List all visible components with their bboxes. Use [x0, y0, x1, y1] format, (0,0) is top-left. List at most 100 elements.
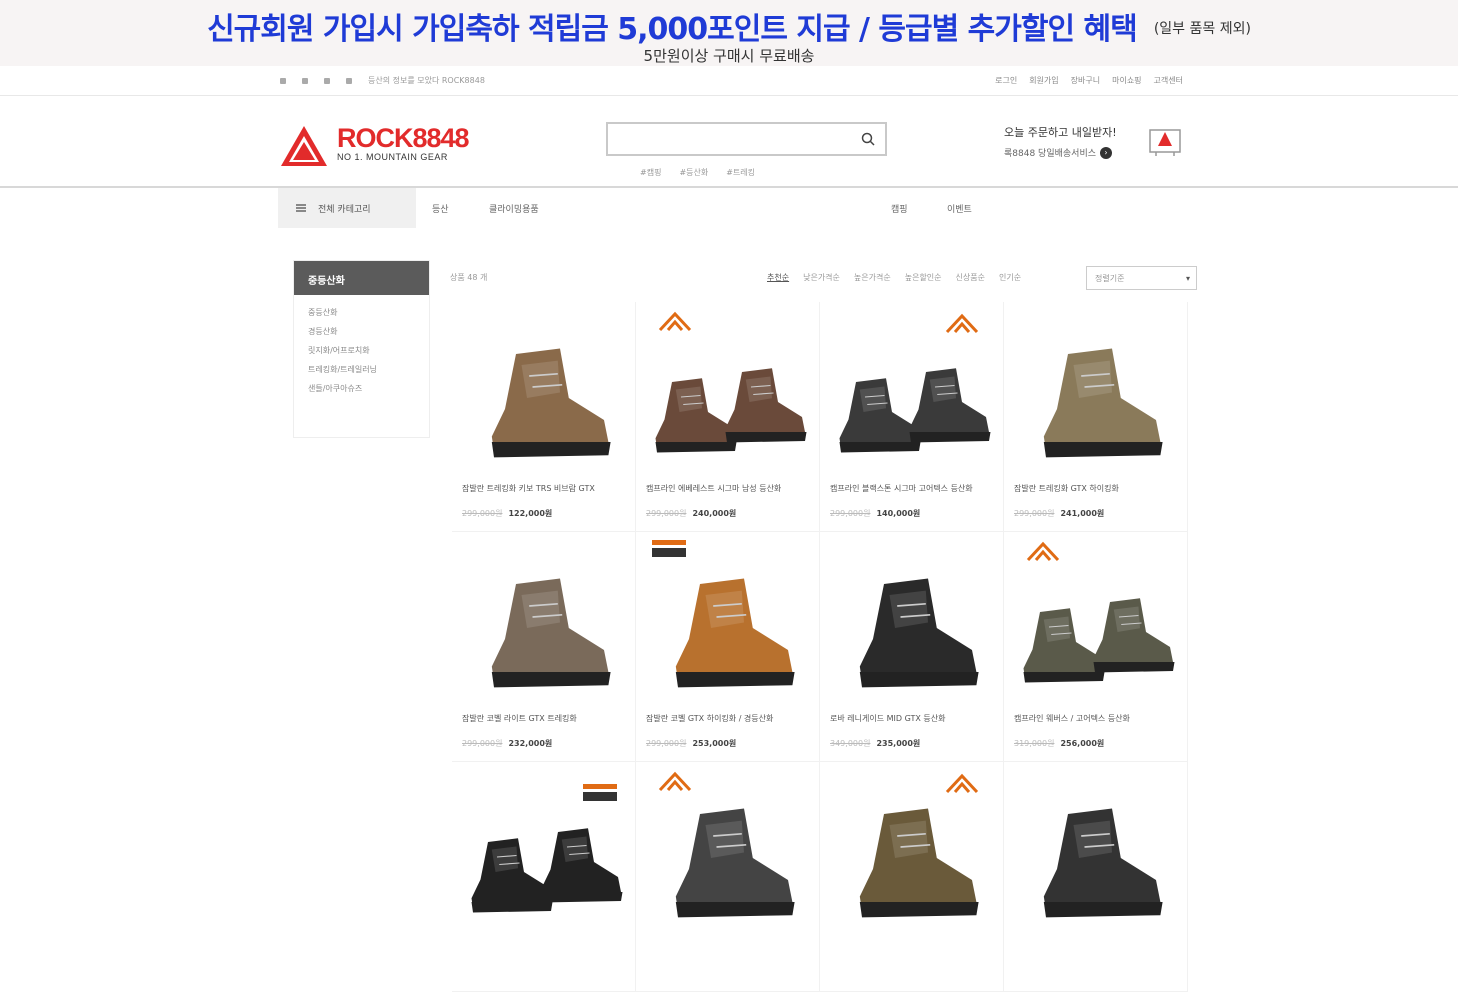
product-image[interactable] [642, 542, 814, 702]
product-name[interactable]: 잠발란 트레킹화 GTX 하이킹화 [1014, 483, 1178, 494]
sale-price: 140,000원 [876, 509, 921, 518]
same-day-shipping[interactable]: 오늘 주문하고 내일받자! 록8848 당일배송서비스 › [1004, 124, 1117, 159]
original-price: 299,000원 [462, 509, 503, 518]
sale-price: 253,000원 [692, 739, 737, 748]
search-input[interactable] [608, 124, 848, 154]
product-grid: 잠발란 트레킹화 키보 TRS 비브람 GTX 299,000원 122,000원 캠… [452, 302, 1188, 992]
util-tagline: 등산의 정보를 모았다 ROCK8848 [368, 76, 485, 85]
bookmark-icon[interactable] [302, 77, 308, 84]
product-card[interactable]: 캠프라인 웨버스 / 고어텍스 등산화 319,000원 256,000원 [1004, 532, 1188, 762]
search-keywords: #캠핑 #등산화 #트레킹 [640, 167, 755, 178]
product-price: 299,000원 232,000원 [462, 738, 552, 749]
banner-main: 신규회원 가입시 가입축하 적립금 5,000포인트 지급 / 등급별 추가할인… [0, 4, 1458, 48]
nav-item-hiking[interactable]: 등산 [432, 202, 449, 215]
sale-price: 240,000원 [692, 509, 737, 518]
sidebar-title: 중등산화 [294, 261, 429, 295]
search-icon[interactable] [861, 132, 875, 146]
product-card[interactable]: 로바 레니게이드 MID GTX 등산화 349,000원 235,000원 [820, 532, 1004, 762]
bell-icon[interactable] [346, 77, 352, 84]
product-card[interactable]: 잠발란 다크 등산화 [1004, 762, 1188, 992]
zamberlan-logo-icon [652, 540, 686, 557]
product-name[interactable]: 캠프라인 블랙스톤 시그마 고어텍스 등산화 [830, 483, 994, 494]
product-card[interactable]: 캠프라인 에베레스트 시그마 남성 등산화 299,000원 240,000원 [636, 302, 820, 532]
main-nav: 전체 카테고리 등산 클라이밍용품 캠핑 이벤트 [0, 188, 1458, 228]
product-card[interactable]: 캠프라인 브라운 등산화 [820, 762, 1004, 992]
arrow-right-icon: › [1100, 146, 1113, 159]
product-image[interactable] [1010, 312, 1182, 472]
product-card[interactable]: 잠발란 블랙 GTX 등산화 [452, 762, 636, 992]
util-link-login[interactable]: 로그인 [995, 75, 1017, 86]
logo-text: ROCK8848 NO 1. MOUNTAIN GEAR [337, 123, 470, 162]
campline-logo-icon [658, 311, 692, 332]
product-name[interactable]: 잠발란 코벨 GTX 하이킹화 / 경등산화 [646, 713, 810, 724]
original-price: 299,000원 [646, 739, 687, 748]
util-link-join[interactable]: 회원가입 [1029, 75, 1058, 86]
product-card[interactable]: 캠프라인 블랙스톤 시그마 고어텍스 등산화 299,000원 140,000원 [820, 302, 1004, 532]
utility-bar: 등산의 정보를 모았다 ROCK8848 로그인 회원가입 장바구니 마이쇼핑 … [0, 66, 1458, 96]
all-categories-button[interactable]: 전체 카테고리 [278, 188, 416, 228]
original-price: 299,000원 [462, 739, 503, 748]
product-card[interactable]: 잠발란 트레킹화 키보 TRS 비브람 GTX 299,000원 122,000원 [452, 302, 636, 532]
nav-item-camping[interactable]: 캠핑 [891, 202, 908, 215]
promo-banner[interactable]: 신규회원 가입시 가입축하 적립금 5,000포인트 지급 / 등급별 추가할인… [0, 0, 1458, 66]
product-card[interactable]: 잠발란 코벨 GTX 하이킹화 / 경등산화 299,000원 253,000원 [636, 532, 820, 762]
sort-options: 추천순 낮은가격순 높은가격순 높은할인순 신상품순 인기순 [767, 272, 1021, 283]
sidebar-item[interactable]: 중등산화 [308, 307, 415, 326]
product-image[interactable] [826, 542, 998, 702]
sidebar-item[interactable]: 샌들/아쿠아슈즈 [308, 383, 415, 402]
util-link-mypage[interactable]: 마이쇼핑 [1112, 75, 1141, 86]
sort-select[interactable]: 정렬기준 ▾ [1086, 266, 1197, 290]
campline-logo-icon [945, 773, 979, 794]
sidebar-item[interactable]: 트레킹화/트레일러닝 [308, 364, 415, 383]
product-card[interactable]: 캠프라인 그레이 등산화 [636, 762, 820, 992]
mountain-logo-icon [281, 126, 327, 166]
banner-subtext: 5만원이상 구매시 무료배송 [643, 47, 815, 65]
product-name[interactable]: 캠프라인 에베레스트 시그마 남성 등산화 [646, 483, 810, 494]
product-name[interactable]: 로바 레니게이드 MID GTX 등산화 [830, 713, 994, 724]
sort-option[interactable]: 신상품순 [956, 272, 985, 283]
sidebar-list: 중등산화 경등산화 릿지화/어프로치화 트레킹화/트레일러닝 샌들/아쿠아슈즈 [294, 295, 429, 414]
sale-price: 122,000원 [508, 509, 553, 518]
product-image[interactable] [458, 542, 630, 702]
sort-option[interactable]: 높은할인순 [905, 272, 942, 283]
home-icon[interactable] [280, 77, 286, 84]
util-left: 등산의 정보를 모았다 ROCK8848 [280, 75, 485, 86]
share-icon[interactable] [324, 77, 330, 84]
product-name[interactable]: 잠발란 트레킹화 키보 TRS 비브람 GTX [462, 483, 626, 494]
ship-headline: 오늘 주문하고 내일받자! [1004, 126, 1117, 139]
sidebar-item[interactable]: 경등산화 [308, 326, 415, 345]
category-sidebar: 중등산화 중등산화 경등산화 릿지화/어프로치화 트레킹화/트레일러닝 샌들/아… [293, 260, 430, 438]
site-logo[interactable]: ROCK8848 NO 1. MOUNTAIN GEAR [279, 123, 470, 168]
sale-price: 241,000원 [1060, 509, 1105, 518]
sidebar-item[interactable]: 릿지화/어프로치화 [308, 345, 415, 364]
util-link-cs[interactable]: 고객센터 [1154, 75, 1183, 86]
original-price: 349,000원 [830, 739, 871, 748]
product-price: 299,000원 241,000원 [1014, 508, 1104, 519]
ship-line2: 록8848 당일배송서비스 › [1004, 146, 1117, 159]
sort-option[interactable]: 추천순 [767, 272, 789, 283]
product-price: 299,000원 240,000원 [646, 508, 736, 519]
campline-logo-icon [945, 313, 979, 334]
sort-option[interactable]: 높은가격순 [854, 272, 891, 283]
sort-option[interactable]: 인기순 [999, 272, 1021, 283]
sort-select-value: 정렬기준 [1095, 274, 1125, 283]
product-image[interactable] [458, 312, 630, 472]
keyword-link[interactable]: #캠핑 [640, 167, 661, 178]
keyword-link[interactable]: #트레킹 [726, 167, 755, 178]
sale-price: 235,000원 [876, 739, 921, 748]
product-image[interactable] [1010, 772, 1182, 932]
nav-item-event[interactable]: 이벤트 [947, 202, 972, 215]
sort-option[interactable]: 낮은가격순 [803, 272, 840, 283]
product-card[interactable]: 잠발란 트레킹화 GTX 하이킹화 299,000원 241,000원 [1004, 302, 1188, 532]
original-price: 299,000원 [646, 509, 687, 518]
nav-item-climbing[interactable]: 클라이밍용품 [489, 202, 539, 215]
product-card[interactable]: 잠발란 코벨 라이트 GTX 트레킹화 299,000원 232,000원 [452, 532, 636, 762]
util-link-cart[interactable]: 장바구니 [1071, 75, 1100, 86]
banner-headline: 신규회원 가입시 가입축하 적립금 5,000포인트 지급 / 등급별 추가할인… [207, 12, 1138, 47]
logo-brand: ROCK8848 [337, 123, 470, 153]
product-name[interactable]: 캠프라인 웨버스 / 고어텍스 등산화 [1014, 713, 1178, 724]
cart-icon[interactable] [1146, 122, 1184, 160]
keyword-link[interactable]: #등산화 [679, 167, 708, 178]
banner-note: (일부 품목 제외) [1153, 21, 1251, 37]
product-name[interactable]: 잠발란 코벨 라이트 GTX 트레킹화 [462, 713, 626, 724]
